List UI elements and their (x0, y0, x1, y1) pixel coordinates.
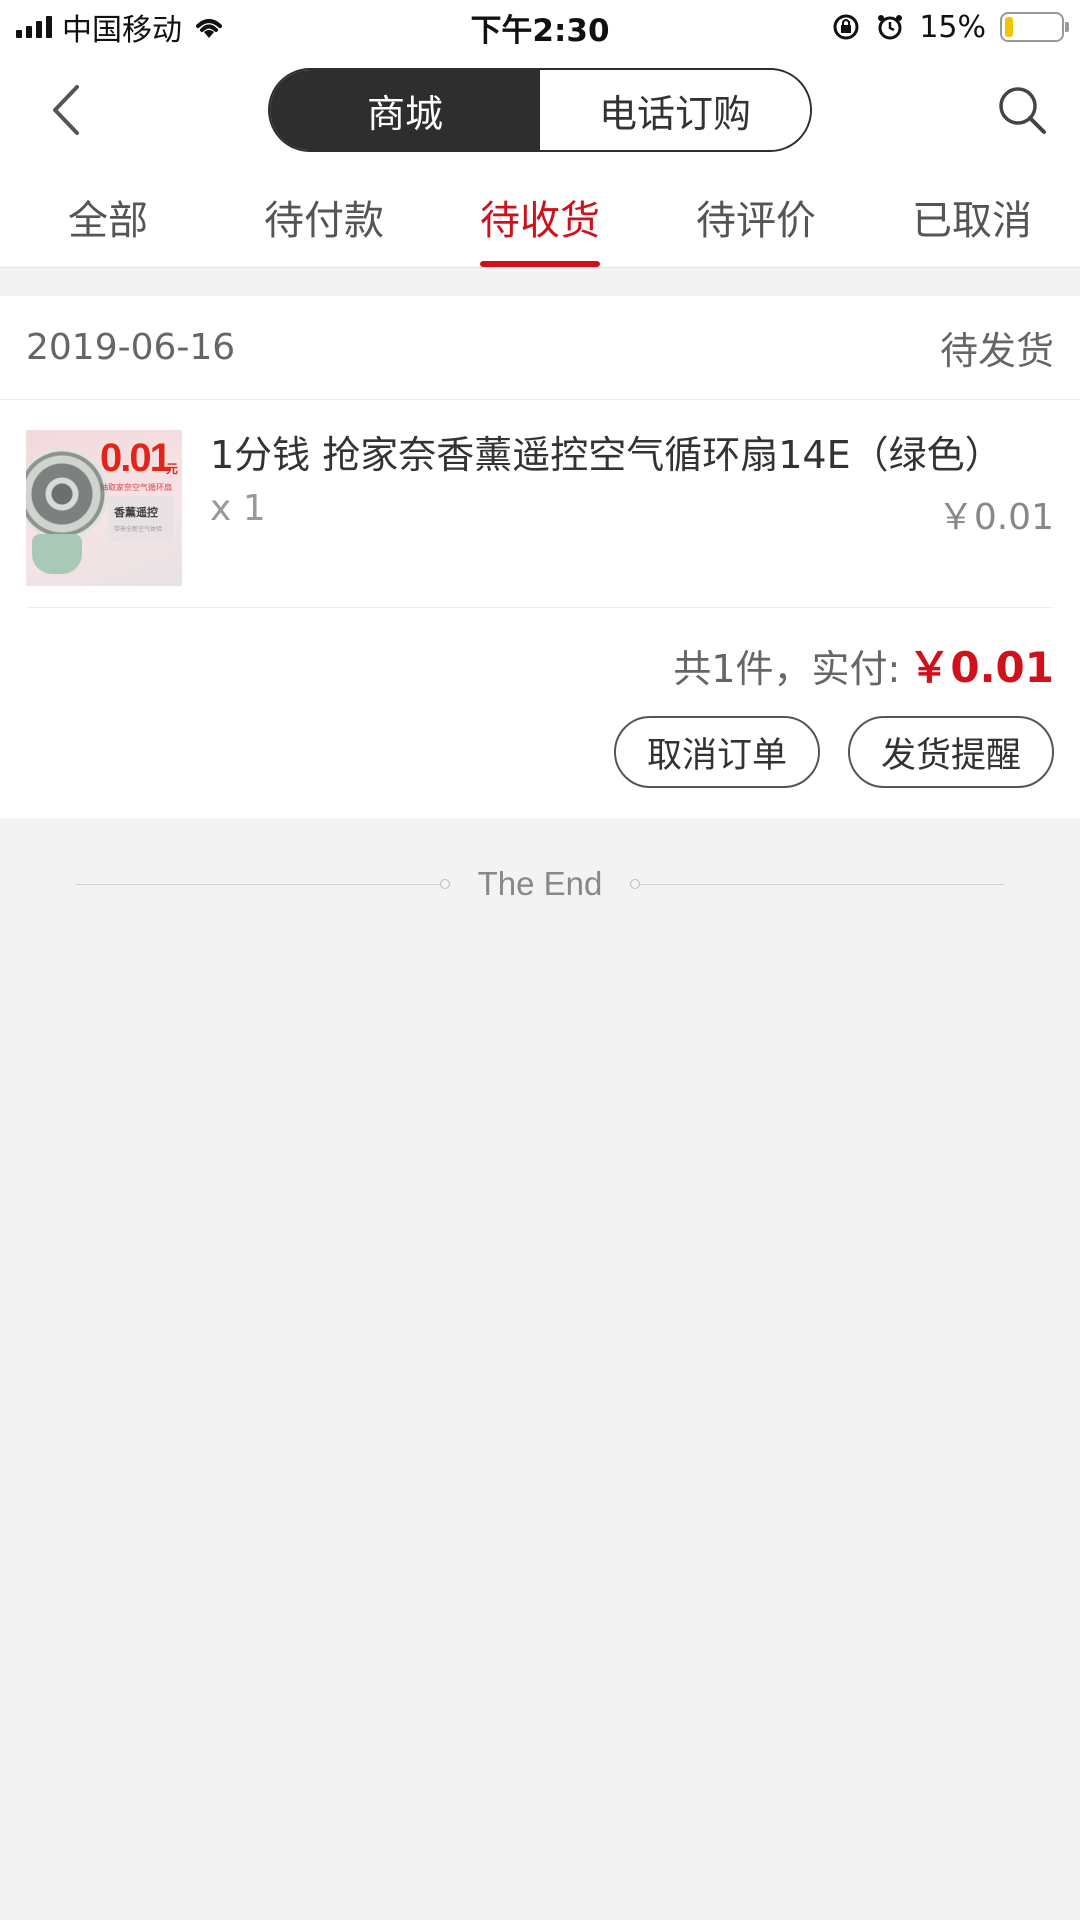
segment-mall[interactable]: 商城 (270, 70, 540, 150)
thumb-tag-sub: 带来全新空气体验 (114, 526, 163, 533)
rotation-lock-icon (833, 14, 859, 40)
back-chevron-icon (53, 85, 79, 135)
status-left: 中国移动 (16, 5, 226, 49)
product-quantity: x 1 (210, 488, 266, 529)
tab-pending-payment[interactable]: 待付款 (216, 166, 432, 267)
segment-phone-order[interactable]: 电话订购 (540, 70, 810, 150)
battery-level (1005, 17, 1014, 37)
tab-pending-receipt[interactable]: 待收货 (432, 166, 648, 267)
fan-image (26, 448, 108, 540)
wifi-icon (196, 19, 222, 38)
summary-amount: ￥0.01 (908, 643, 1054, 692)
tab-cancelled[interactable]: 已取消 (864, 166, 1080, 267)
divider-line-right (638, 884, 1004, 885)
thumb-price-text: 0.01 (100, 436, 172, 480)
order-status-tabs: 全部 待付款 待收货 待评价 已取消 (0, 166, 1080, 268)
battery-percent: 15% (919, 9, 986, 45)
divider-dot-left (440, 879, 450, 889)
cancel-order-button[interactable]: 取消订单 (614, 716, 820, 788)
tab-all[interactable]: 全部 (0, 166, 216, 267)
shipping-reminder-button[interactable]: 发货提醒 (848, 716, 1054, 788)
battery-icon (1000, 12, 1069, 42)
nav-bar: 商城 电话订购 (0, 54, 1080, 166)
product-title[interactable]: 1分钱 抢家奈香薰遥控空气循环扇14E（绿色） (210, 424, 1054, 479)
order-header: 2019-06-16 待发货 (0, 296, 1080, 400)
order-actions: 取消订单 发货提醒 (614, 716, 1054, 788)
status-bar: 中国移动 下午2:30 15% (0, 0, 1080, 54)
order-status: 待发货 (939, 329, 1054, 373)
thumb-caption: 抽取家奈空气循环扇 (100, 483, 172, 492)
order-date: 2019-06-16 (26, 327, 236, 368)
thumb-unit-text: 元 (166, 462, 179, 476)
end-of-list-divider: The End (0, 856, 1080, 912)
order-card[interactable]: 2019-06-16 待发货 0.01 元 抽取家奈空气循环扇 香薰遥控 带来全… (0, 296, 1080, 818)
product-price: ￥0.01 (937, 497, 1054, 538)
tab-pending-review[interactable]: 待评价 (648, 166, 864, 267)
order-summary: 共1件，实付: ￥0.01 (673, 634, 1054, 695)
divider-line-left (76, 884, 442, 885)
segment-control: 商城 电话订购 (268, 68, 812, 152)
status-right: 15% (831, 9, 1069, 45)
signal-icon (16, 16, 52, 38)
search-button[interactable] (992, 80, 1052, 140)
search-icon (999, 87, 1046, 134)
alarm-icon (878, 15, 903, 40)
carrier-name: 中国移动 (62, 13, 182, 48)
fan-base-image (32, 534, 82, 574)
thumb-tag-text: 香薰遥控 (114, 506, 158, 519)
end-text: The End (477, 865, 603, 902)
product-thumbnail[interactable]: 0.01 元 抽取家奈空气循环扇 香薰遥控 带来全新空气体验 (26, 430, 182, 586)
back-button[interactable] (40, 80, 90, 140)
product-row[interactable]: 0.01 元 抽取家奈空气循环扇 香薰遥控 带来全新空气体验 1分钱 抢家奈香薰… (26, 400, 1054, 608)
summary-label: 共1件，实付: (673, 647, 901, 691)
